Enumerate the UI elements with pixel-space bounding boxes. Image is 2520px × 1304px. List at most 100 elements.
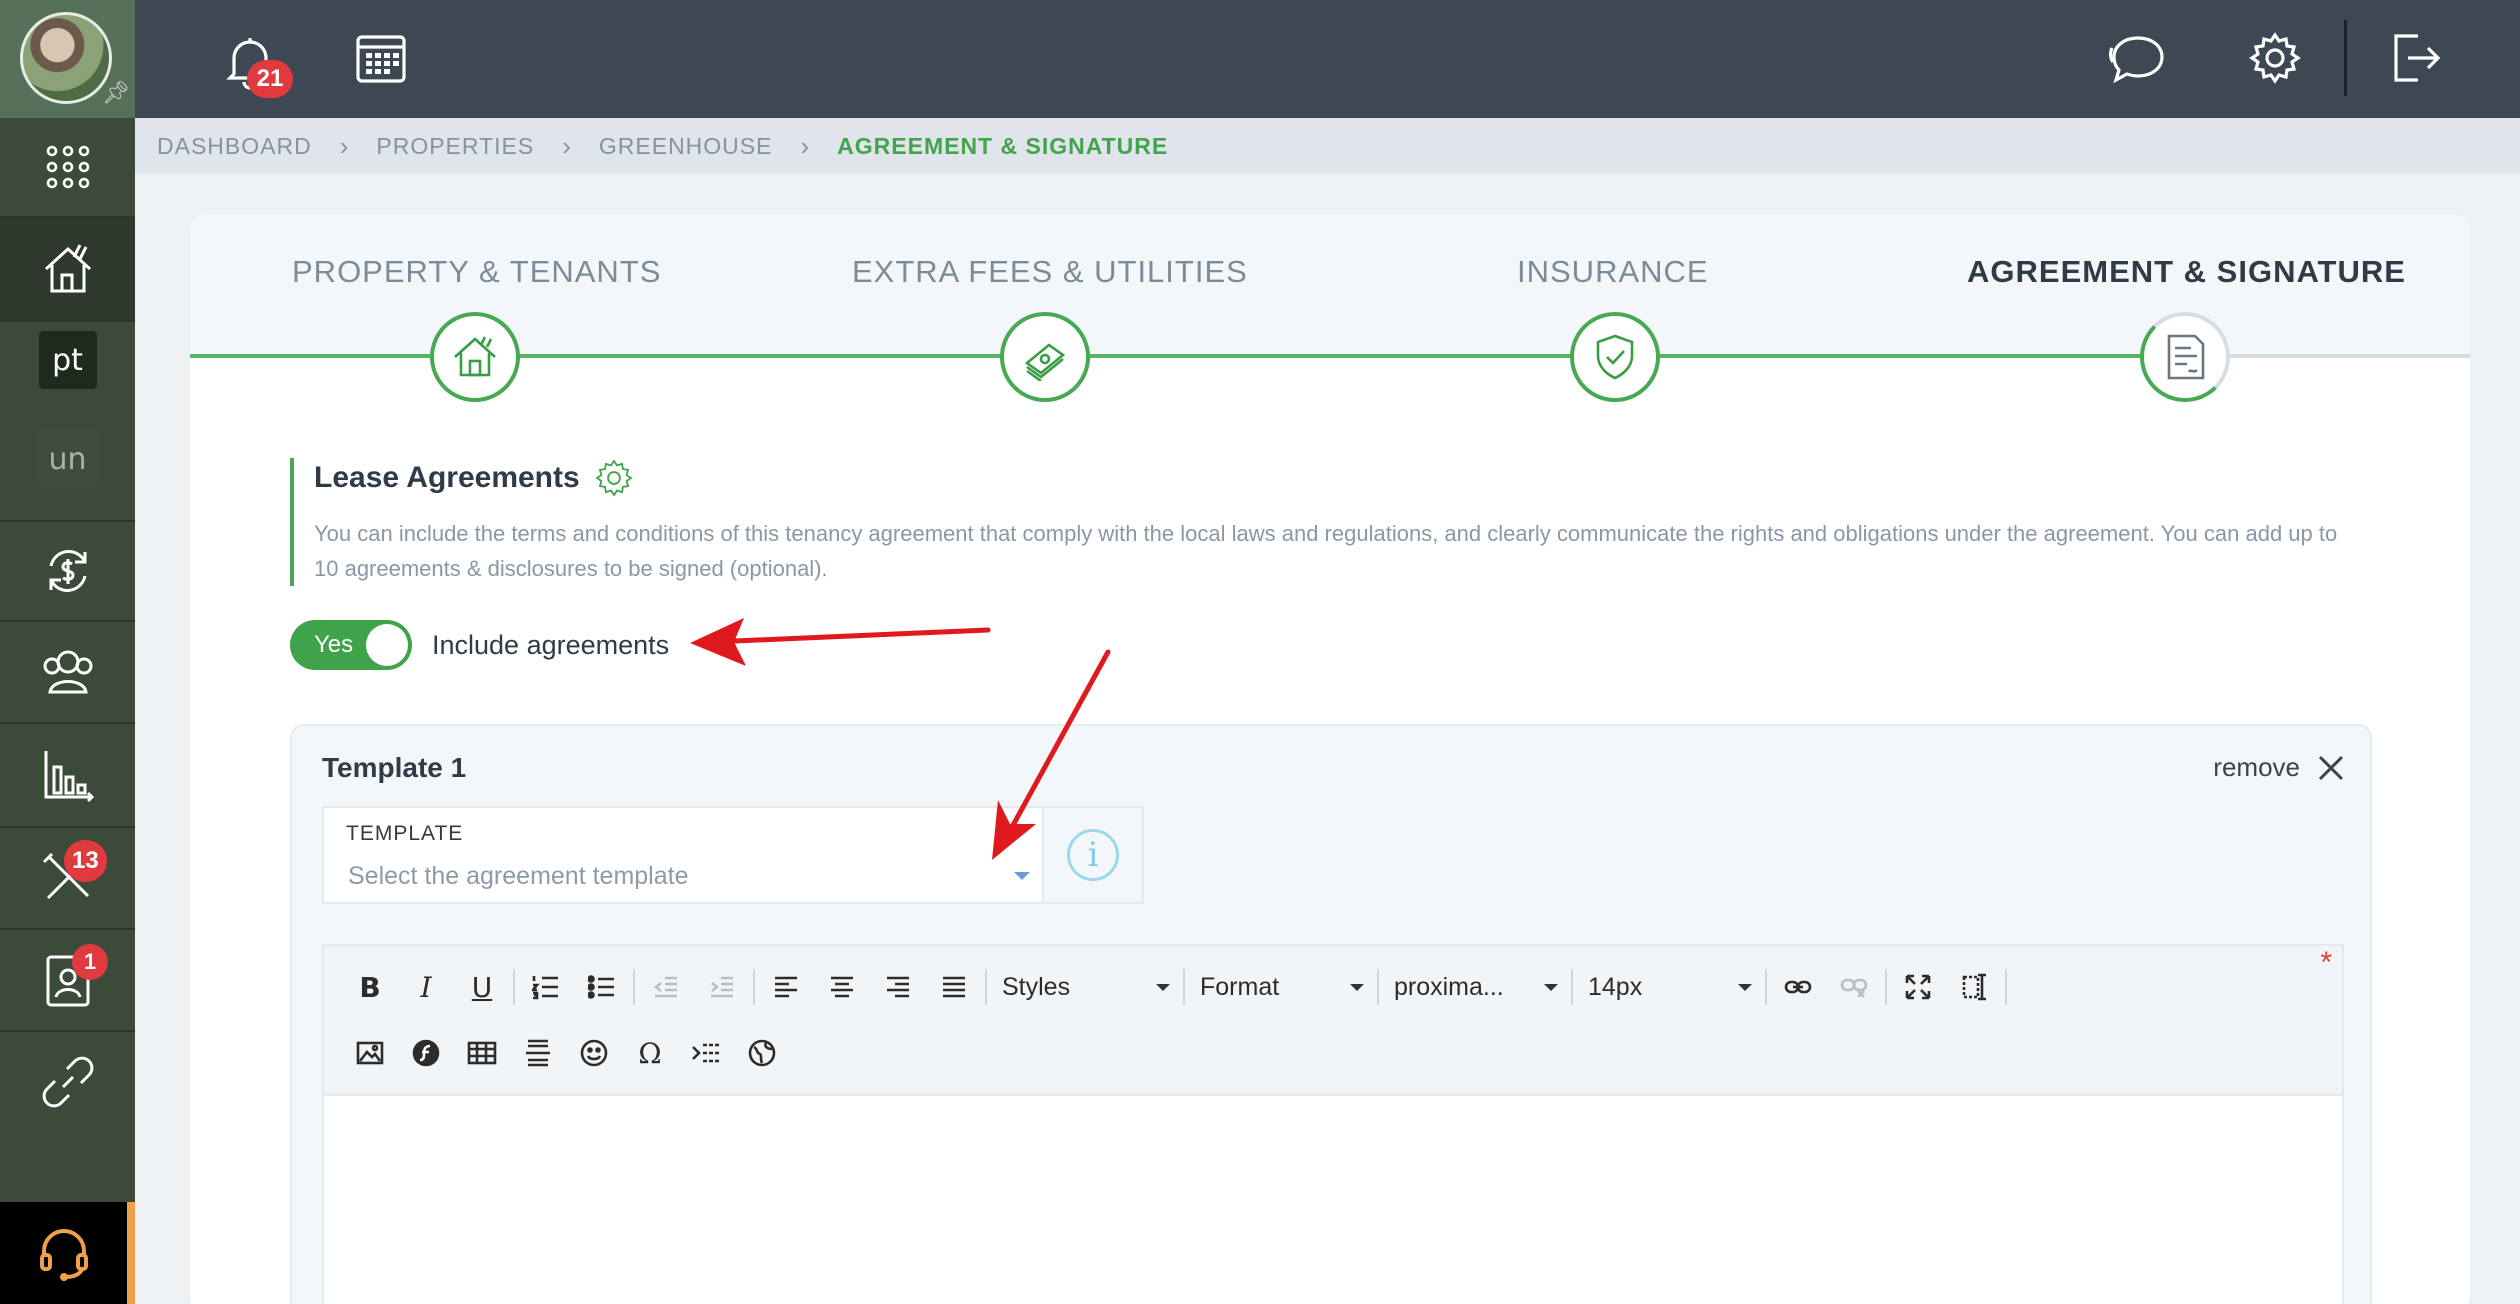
align-justify-icon[interactable] (926, 964, 982, 1010)
include-agreements-row: Yes Include agreements (290, 620, 669, 670)
template-select-placeholder[interactable]: Select the agreement template (348, 862, 688, 891)
chevron-right-icon: › (562, 130, 571, 161)
page-break-icon[interactable] (678, 1030, 734, 1076)
italic-icon[interactable]: I (398, 964, 454, 1010)
underline-icon[interactable]: U (454, 964, 510, 1010)
un-shortcut[interactable]: un (38, 430, 97, 488)
format-dropdown[interactable]: Format (1188, 964, 1374, 1010)
globe-icon[interactable] (734, 1030, 790, 1076)
breadcrumb-greenhouse[interactable]: GREENHOUSE (599, 133, 773, 160)
chevron-down-icon[interactable] (1014, 872, 1030, 880)
special-char-icon[interactable]: Ω (622, 1030, 678, 1076)
toggle-knob[interactable] (366, 624, 408, 666)
align-center-icon[interactable] (814, 964, 870, 1010)
required-indicator: * (2320, 946, 2332, 979)
font-dropdown-label: proxima... (1394, 972, 1504, 1001)
sidebar-item-payments[interactable] (0, 522, 135, 622)
grid-icon (46, 145, 89, 189)
close-icon[interactable] (2318, 755, 2344, 781)
step-label-agreement[interactable]: AGREEMENT & SIGNATURE (1967, 254, 2406, 290)
avatar[interactable] (20, 12, 112, 104)
sidebar-item-maintenance[interactable]: 13 (0, 828, 135, 930)
people-icon (43, 650, 92, 694)
bullet-list-icon[interactable] (574, 964, 630, 1010)
styles-dropdown[interactable]: Styles (990, 964, 1180, 1010)
breadcrumb-dashboard[interactable]: DASHBOARD (157, 133, 312, 160)
sidebar-item-pt[interactable]: pt (0, 322, 135, 398)
step-label-extra-fees[interactable]: EXTRA FEES & UTILITIES (852, 254, 1248, 290)
font-dropdown[interactable]: proxima... (1382, 964, 1568, 1010)
numbered-list-icon[interactable] (518, 964, 574, 1010)
sidebar-item-links[interactable] (0, 1032, 135, 1132)
include-agreements-label[interactable]: Include agreements (432, 630, 669, 661)
chevron-down-icon (1350, 983, 1364, 991)
sidebar-item-people[interactable] (0, 622, 135, 724)
calendar-icon (356, 35, 406, 83)
template-select-label: TEMPLATE (346, 822, 464, 845)
gear-icon[interactable] (594, 458, 634, 498)
applications-badge: 1 (72, 944, 108, 980)
font-size-dropdown-label: 14px (1588, 972, 1643, 1001)
outdent-icon[interactable] (638, 964, 694, 1010)
step-extra-fees[interactable] (1000, 312, 1090, 402)
step-remaining-line (2190, 354, 2470, 358)
remove-label[interactable]: remove (2213, 752, 2300, 783)
template-select[interactable]: TEMPLATE Select the agreement template (322, 806, 1044, 904)
sidebar-item-applications[interactable]: 1 (0, 930, 135, 1032)
step-insurance[interactable] (1570, 312, 1660, 402)
step-label-insurance[interactable]: INSURANCE (1517, 254, 1709, 290)
house-icon (454, 336, 496, 377)
show-blocks-icon[interactable] (1946, 964, 2002, 1010)
calendar-button[interactable] (351, 28, 411, 88)
pt-shortcut[interactable]: pt (38, 331, 97, 389)
flash-icon[interactable] (398, 1030, 454, 1076)
logout-button[interactable] (2385, 28, 2445, 88)
breadcrumb-properties[interactable]: PROPERTIES (376, 133, 534, 160)
align-left-icon[interactable] (758, 964, 814, 1010)
template-info-button[interactable]: i (1044, 806, 1144, 904)
bold-icon[interactable]: B (342, 964, 398, 1010)
lease-agreements-section: Lease Agreements You can include the ter… (290, 458, 2370, 586)
link-icon[interactable] (1770, 964, 1826, 1010)
logout-icon (2394, 34, 2441, 82)
image-icon[interactable] (342, 1030, 398, 1076)
font-size-dropdown[interactable]: 14px (1576, 964, 1762, 1010)
sidebar-item-properties[interactable] (0, 218, 135, 322)
section-description: You can include the terms and conditions… (314, 521, 2338, 581)
chat-button[interactable] (2105, 28, 2169, 88)
step-label-property-tenants[interactable]: PROPERTY & TENANTS (292, 254, 661, 290)
settings-button[interactable] (2245, 28, 2305, 88)
step-property-tenants[interactable] (430, 312, 520, 402)
topbar-separator (2344, 20, 2347, 96)
chevron-down-icon (1544, 983, 1558, 991)
support-button[interactable] (0, 1202, 135, 1304)
horizontal-rule-icon[interactable] (510, 1030, 566, 1076)
notifications-button[interactable]: 21 (215, 26, 293, 98)
sidebar-item-reports[interactable] (0, 724, 135, 828)
step-agreement[interactable] (2140, 312, 2230, 402)
toolbar-separator (1885, 969, 1887, 1005)
money-stack-icon (1024, 343, 1066, 381)
include-agreements-toggle[interactable]: Yes (290, 620, 412, 670)
remove-template-button[interactable]: remove (2213, 752, 2344, 783)
toolbar-separator (1377, 969, 1379, 1005)
bar-chart-icon (44, 751, 94, 803)
toolbar-separator (633, 969, 635, 1005)
sidebar-item-un[interactable]: un (0, 398, 135, 522)
unlink-icon[interactable] (1826, 964, 1882, 1010)
toolbar-separator (513, 969, 515, 1005)
emoji-icon[interactable] (566, 1030, 622, 1076)
maximize-icon[interactable] (1890, 964, 1946, 1010)
align-right-icon[interactable] (870, 964, 926, 1010)
currency-exchange-icon (49, 550, 86, 592)
sidebar-item-apps[interactable] (0, 118, 135, 218)
indent-icon[interactable] (694, 964, 750, 1010)
agreement-editor[interactable]: B I U Styles Format proxima... 14px Ω * (322, 944, 2344, 1304)
user-avatar-area[interactable]: 📌︎ (0, 0, 135, 118)
table-icon[interactable] (454, 1030, 510, 1076)
pin-icon[interactable]: 📌︎ (102, 80, 130, 106)
chevron-down-icon (1156, 983, 1170, 991)
notifications-badge: 21 (247, 60, 293, 98)
info-icon[interactable]: i (1067, 829, 1119, 881)
breadcrumb: DASHBOARD › PROPERTIES › GREENHOUSE › AG… (135, 118, 2520, 174)
